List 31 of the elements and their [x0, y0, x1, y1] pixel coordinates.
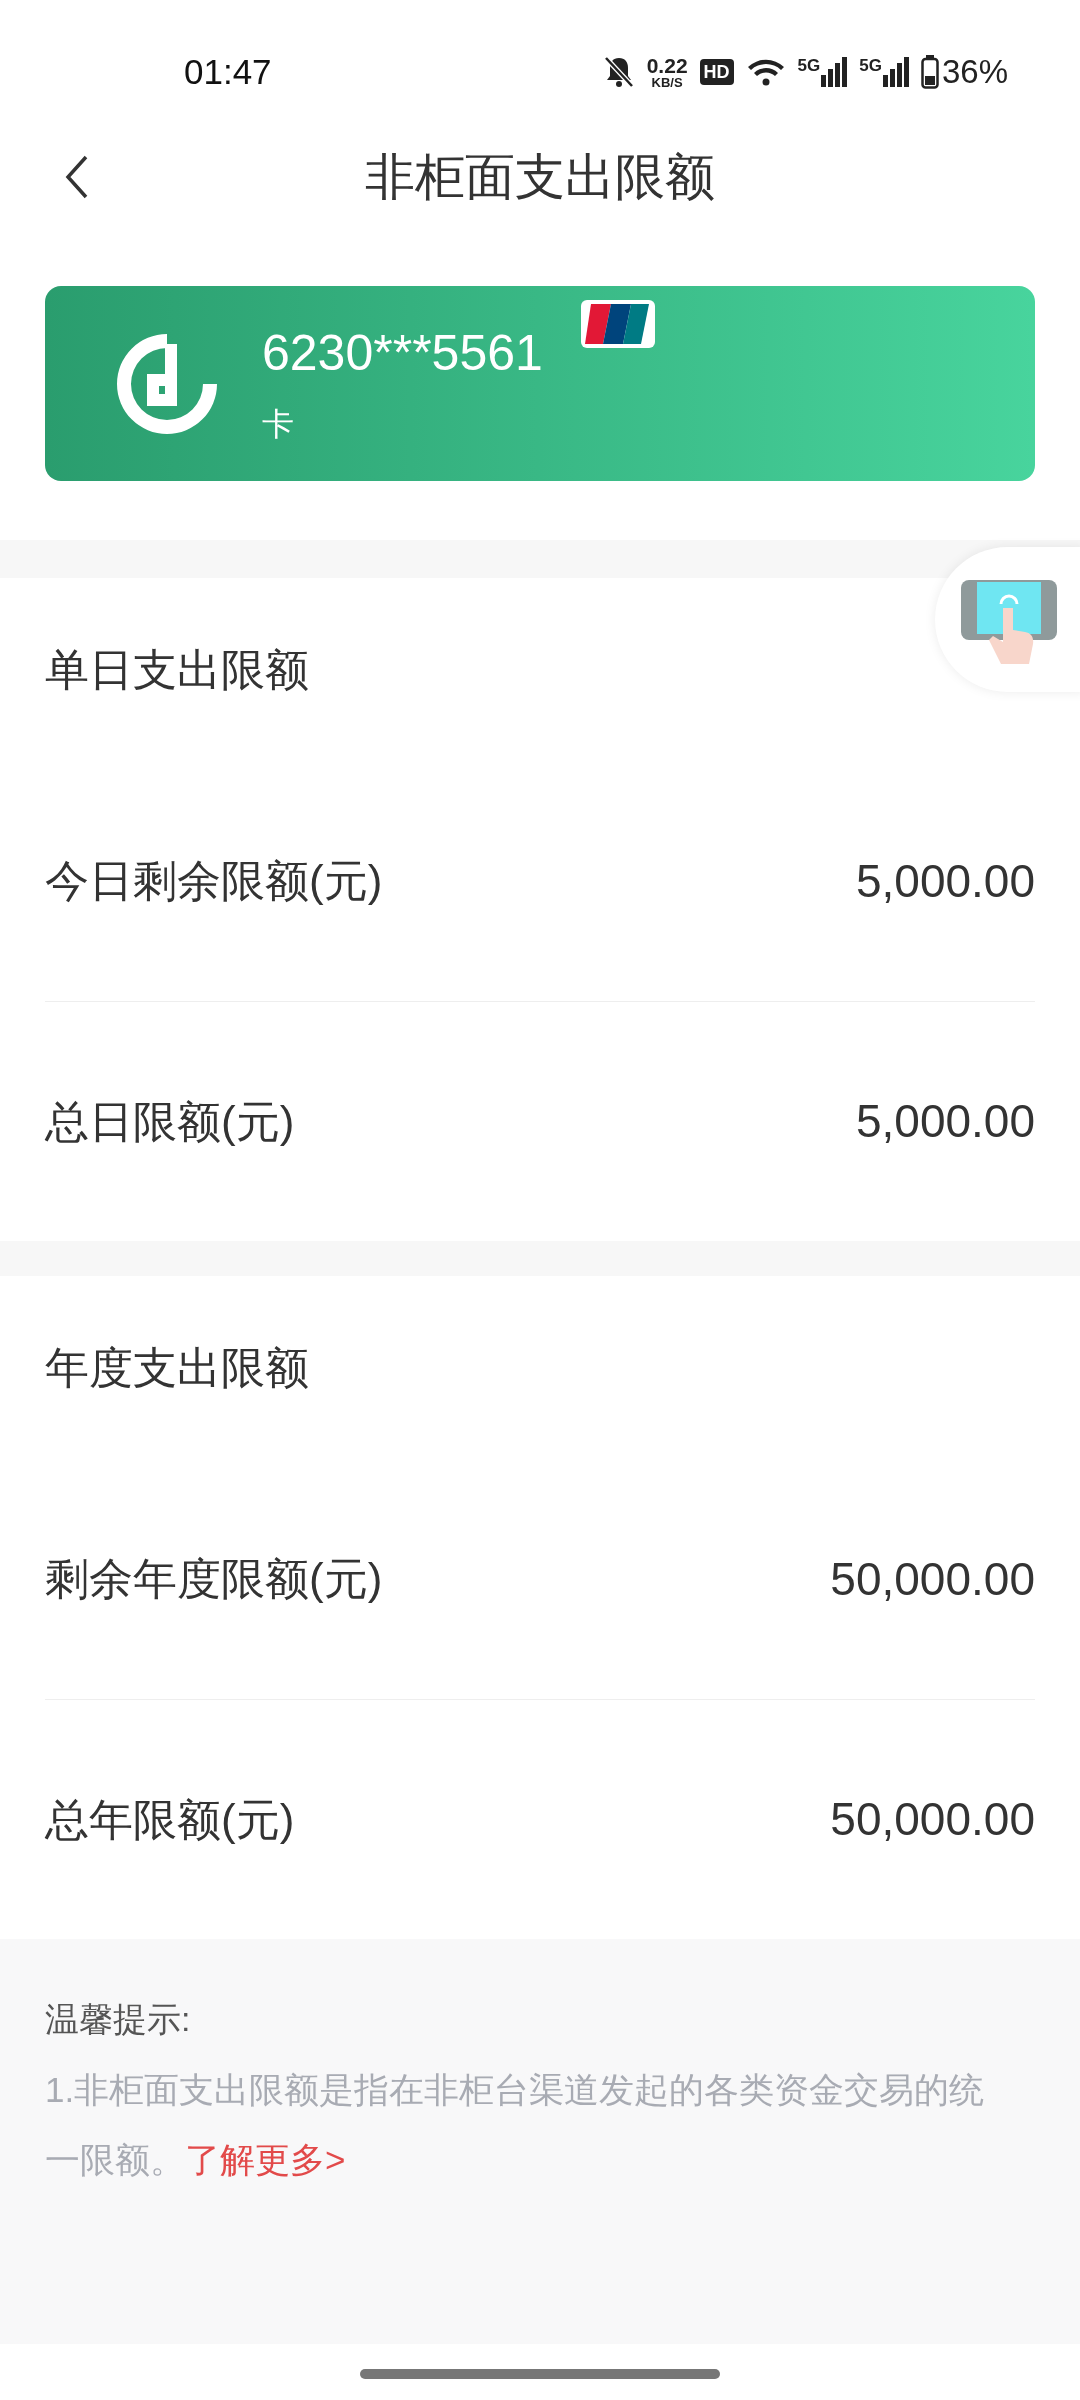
limit-label: 总日限额(元)	[45, 1095, 295, 1148]
battery-percent: 36%	[941, 52, 1008, 93]
limit-amount: 50,000.00	[830, 1792, 1035, 1847]
signal-icon	[821, 57, 848, 87]
bank-card[interactable]: 6230***5561 卡	[45, 286, 1035, 481]
hd-badge: HD	[699, 59, 734, 85]
limit-amount: 5,000.00	[855, 853, 1035, 909]
status-time: 01:47	[184, 50, 272, 93]
page-title: 非柜面支出限额	[365, 147, 715, 207]
card-type: 卡	[262, 407, 295, 440]
limit-label: 今日剩余限额(元)	[45, 855, 383, 907]
learn-more-link[interactable]: 了解更多>	[185, 2140, 346, 2179]
network-type: 5G	[859, 57, 882, 74]
unionpay-logo-icon	[580, 299, 655, 348]
muted-bell-icon	[602, 55, 635, 89]
limit-amount: 50,000.00	[830, 1551, 1035, 1607]
tips-title: 温馨提示:	[45, 1999, 192, 2040]
network-type: 5G	[797, 57, 821, 74]
bank-logo-icon	[117, 333, 217, 434]
battery-icon	[920, 55, 939, 89]
floating-help-button[interactable]	[935, 547, 1080, 692]
network-speed: 0.22	[646, 55, 688, 76]
limit-label: 剩余年度限额(元)	[45, 1553, 383, 1605]
signal-icon	[882, 57, 909, 87]
limit-label: 总年限额(元)	[45, 1793, 295, 1846]
card-number: 6230***5561	[262, 327, 543, 378]
limit-amount: 5,000.00	[855, 1094, 1035, 1149]
network-speed-unit: KB/S	[651, 76, 683, 89]
section-title: 单日支出限额	[45, 643, 309, 696]
tips-text: 1.非柜面支出限额是指在非柜台渠道发起的各类资金交易的统一限额。了解更多>	[45, 2069, 986, 2181]
section-title: 年度支出限额	[45, 1341, 309, 1394]
